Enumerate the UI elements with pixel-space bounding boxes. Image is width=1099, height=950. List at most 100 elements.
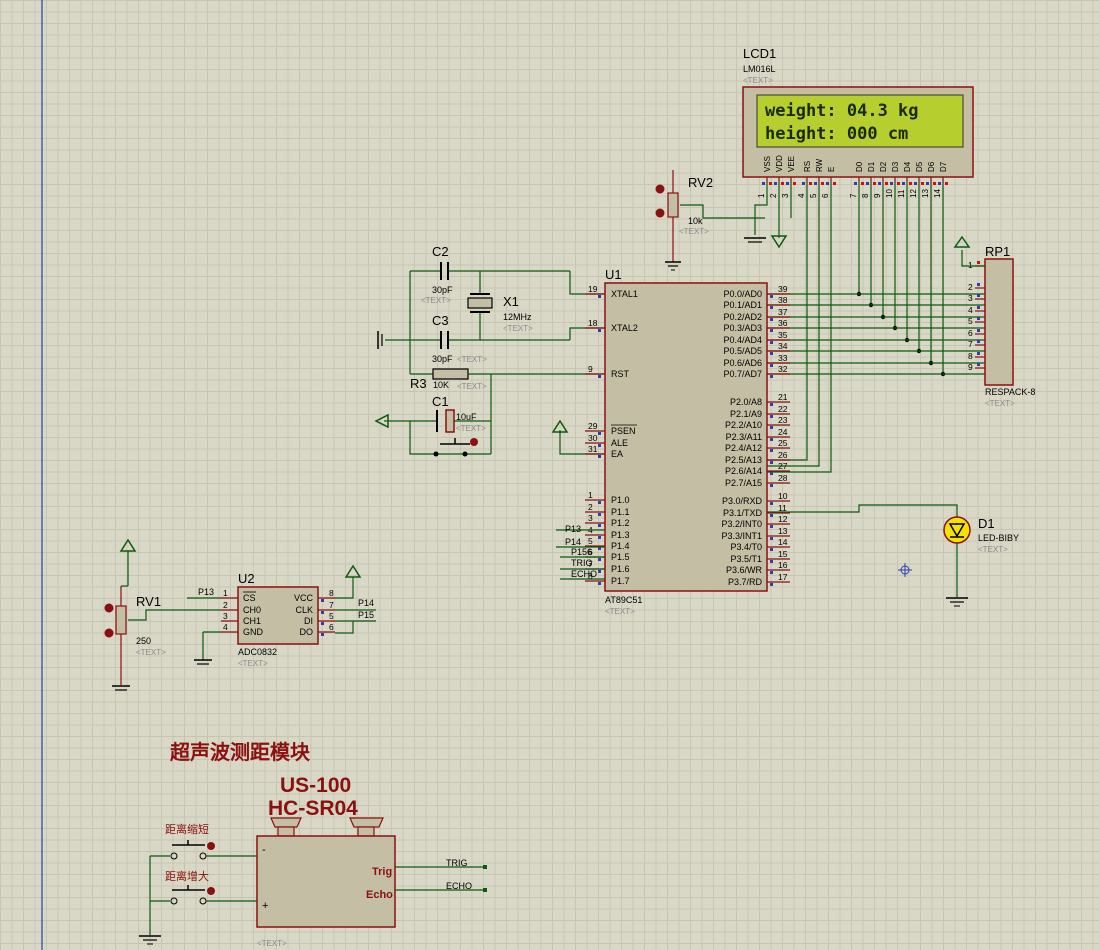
lcd-pin-name: D7 <box>939 161 948 172</box>
lcd-pin-name: D3 <box>891 161 900 172</box>
pin-name: P0.7/AD7 <box>723 369 762 379</box>
lcd-pin-number: 8 <box>861 193 870 198</box>
pin-number: 15 <box>778 549 788 559</box>
c1-text-placeholder: <TEXT> <box>456 424 486 433</box>
lcd-pin-number: 13 <box>921 189 930 198</box>
x1-text-placeholder: <TEXT> <box>503 324 533 333</box>
x1[interactable]: X1 12MHz <TEXT> <box>467 271 533 340</box>
pin-number: 5 <box>968 316 973 326</box>
u1-ref: U1 <box>605 267 622 282</box>
rp1-ref: RP1 <box>985 244 1010 259</box>
net-label-trig: TRIG <box>571 558 593 568</box>
c2[interactable]: C2 30pF <TEXT> <box>410 244 570 305</box>
lcd-pin-name: D6 <box>927 161 936 172</box>
pin-name: P3.1/TXD <box>723 508 763 518</box>
button-increase-label: 距离增大 <box>165 869 209 883</box>
pin-name: RST <box>611 369 630 379</box>
pin-name: XTAL1 <box>611 289 638 299</box>
pin-number: 23 <box>778 415 788 425</box>
c2-ref: C2 <box>432 244 449 259</box>
r3[interactable]: R3 10K <TEXT> <box>409 340 605 391</box>
button-shorten-label: 距离缩短 <box>165 822 209 836</box>
button-probe-icon <box>207 842 215 850</box>
c3-value: 30pF <box>432 354 453 364</box>
pin-name: P1.4 <box>611 541 630 551</box>
c3[interactable]: C3 30pF <TEXT> <box>377 313 570 364</box>
pin-number: 2 <box>223 600 228 610</box>
u2-adc0832[interactable]: U2 ADC0832 <TEXT> 1 CS 2 CH0 3 CH1 4 GND 8 VCC 7 CL… <box>187 564 376 668</box>
lcd-pin-number: 10 <box>885 189 894 198</box>
pin-number: 6 <box>968 328 973 338</box>
pin-name: P1.7 <box>611 576 630 586</box>
button-shorten[interactable] <box>150 840 257 860</box>
pin-number: 16 <box>778 560 788 570</box>
pin-name: P3.0/RXD <box>722 496 763 506</box>
pin-name: P0.1/AD1 <box>723 300 762 310</box>
pin-number: 27 <box>778 461 788 471</box>
pin-number: 1 <box>968 260 973 270</box>
pin-name: P0.3/AD3 <box>723 323 762 333</box>
u1-right-pins: 39 P0.0/AD0 38 P0.1/AD1 37 P0.2/AD2 36 P0.3/AD3… <box>721 284 790 587</box>
pin-name: XTAL2 <box>611 323 638 333</box>
pin-number: 9 <box>968 362 973 372</box>
pin-number: 39 <box>778 284 788 294</box>
power-terminal-icon <box>119 538 137 552</box>
schematic-canvas[interactable]: LCD1 LM016L <TEXT> weight: 04.3 kg heigh… <box>0 0 1099 950</box>
ultrasonic-body <box>256 835 396 928</box>
rv2-probe-icon <box>655 208 665 218</box>
rp1-part: RESPACK-8 <box>985 387 1035 397</box>
pin-name: GND <box>243 627 264 637</box>
power-terminal-icon <box>953 235 971 248</box>
lcd-pin-name: E <box>827 167 836 172</box>
pin-number: 4 <box>968 305 973 315</box>
rv2[interactable]: RV2 10k <TEXT> <box>655 170 766 271</box>
rv1[interactable]: RV1 250 <TEXT> <box>104 538 222 691</box>
pin-number: 3 <box>223 611 228 621</box>
rp1[interactable]: RP1 RESPACK-8 <TEXT> 1 23 45 67 89 <box>953 235 1035 408</box>
pin-number: 33 <box>778 353 788 363</box>
ultrasonic-module[interactable]: 超声波测距模块 US-100 HC-SR04 - + Trig Echo TRI… <box>139 740 487 948</box>
c3-ref: C3 <box>432 313 449 328</box>
pin-number: 21 <box>778 392 788 402</box>
lcd-pin-number: 6 <box>821 193 830 198</box>
button-increase[interactable] <box>150 885 257 905</box>
pin-name: P0.5/AD5 <box>723 346 762 356</box>
pin-number: 3 <box>588 513 593 523</box>
pin-name: DO <box>300 627 314 637</box>
u1-at89c51[interactable]: U1 AT89C51 <TEXT> 19 XTAL1 18 XTAL2 9 RST 29 PS… <box>585 267 790 616</box>
pin-name: P3.5/T1 <box>730 554 762 564</box>
lcd1[interactable]: LCD1 LM016L <TEXT> weight: 04.3 kg heigh… <box>742 46 974 198</box>
pin-number: 32 <box>778 364 788 374</box>
rp1-text-placeholder: <TEXT> <box>985 399 1015 408</box>
lcd-pin-number: 1 <box>757 193 766 198</box>
d1-led[interactable]: D1 LED-BIBY <TEXT> <box>767 504 1019 607</box>
lcd-pin-number: 11 <box>897 189 906 198</box>
pin-name: CH1 <box>243 616 261 626</box>
pin-name: P0.4/AD4 <box>723 335 762 345</box>
rv2-body <box>667 192 679 218</box>
lcd-line-1: weight: 04.3 kg <box>765 101 919 121</box>
pin-name: P3.2/INT0 <box>721 519 762 529</box>
rv2-probe-icon <box>655 184 665 194</box>
pin-number: 9 <box>588 364 593 374</box>
pin-number: 5 <box>329 611 334 621</box>
pin-number: 2 <box>588 502 593 512</box>
rv2-text-placeholder: <TEXT> <box>679 227 709 236</box>
pin-name: P1.5 <box>611 552 630 562</box>
pin-name: P1.2 <box>611 518 630 528</box>
net-label-p13: P13 <box>565 524 581 534</box>
pin-number: 1 <box>223 588 228 598</box>
rv2-ref: RV2 <box>688 175 713 190</box>
lcd-part: LM016L <box>743 64 776 74</box>
net-label-p14: P14 <box>565 537 581 547</box>
ultrasonic-plus: + <box>262 900 268 912</box>
pin-number: 13 <box>778 526 788 536</box>
lcd-pin-name: D4 <box>903 161 912 172</box>
lcd-pin-name: RW <box>815 158 824 172</box>
u2-net-p13: P13 <box>198 587 214 597</box>
lcd-pin-name: VDD <box>775 155 784 172</box>
lcd-pin-number: 4 <box>797 193 806 198</box>
pin-number: 29 <box>588 421 598 431</box>
pin-number: 26 <box>778 450 788 460</box>
lcd-line-2: height: 000 cm <box>765 124 908 144</box>
